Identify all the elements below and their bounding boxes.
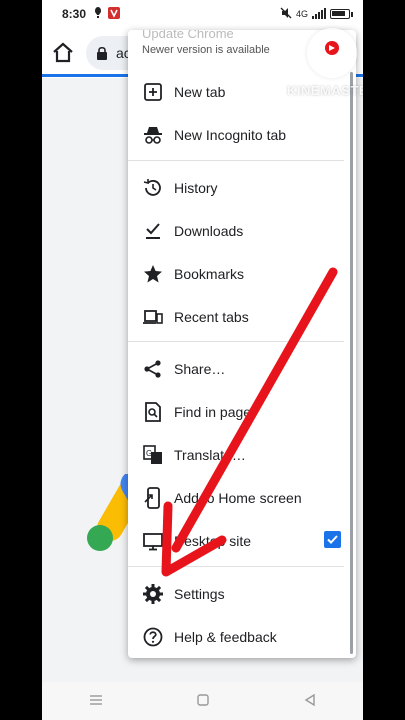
signal-text: 4G <box>295 9 308 19</box>
update-subtitle: Newer version is available <box>142 44 270 56</box>
lock-icon <box>96 46 108 65</box>
menu-item-settings[interactable]: Settings <box>128 572 356 615</box>
kinemaster-logo <box>307 28 357 78</box>
system-nav-bar <box>42 682 363 720</box>
menu-item-recent-tabs[interactable]: Recent tabs <box>128 295 356 338</box>
menu-item-find-in-page[interactable]: Find in page <box>128 390 356 433</box>
download-check-icon <box>142 220 164 242</box>
share-icon <box>142 358 164 380</box>
menu-item-label: Downloads <box>174 222 244 239</box>
menu-item-label: Translate… <box>174 446 246 463</box>
desktop-site-checkbox[interactable] <box>324 531 341 548</box>
notification-icon <box>94 6 102 22</box>
status-bar: 8:30 4G <box>42 0 363 28</box>
gear-icon <box>142 583 164 605</box>
home-nav-icon[interactable] <box>197 693 210 709</box>
menu-item-label: Add to Home screen <box>174 489 302 506</box>
menu-item-translate[interactable]: G Translate… <box>128 433 356 476</box>
menu-item-add-to-home-screen[interactable]: Add to Home screen <box>128 476 356 519</box>
find-in-page-icon <box>142 401 164 423</box>
menu-item-label: Recent tabs <box>174 308 249 325</box>
plus-box-icon <box>142 81 164 103</box>
menu-item-label: Find in page <box>174 403 252 420</box>
menu-item-history[interactable]: History <box>128 166 356 209</box>
devices-icon <box>142 306 164 328</box>
translate-icon: G <box>142 444 164 466</box>
menu-item-label: Desktop site <box>174 532 252 549</box>
menu-divider <box>128 160 344 161</box>
home-icon[interactable] <box>50 40 76 66</box>
status-time: 8:30 <box>62 7 87 21</box>
monitor-icon <box>142 530 164 552</box>
help-icon <box>142 626 164 648</box>
chrome-overflow-menu: Update Chrome Newer version is available… <box>128 30 356 658</box>
menu-item-label: History <box>174 179 218 196</box>
phone-screen: 8:30 4G ac Update Chrome Newer version i… <box>42 0 363 720</box>
menu-item-label: New tab <box>174 83 226 100</box>
menu-item-label: Help & feedback <box>174 628 277 645</box>
menu-item-help-feedback[interactable]: Help & feedback <box>128 615 356 658</box>
back-nav-icon[interactable] <box>304 693 316 709</box>
recent-apps-icon[interactable] <box>89 693 103 709</box>
add-to-home-icon <box>142 487 164 509</box>
menu-item-new-incognito-tab[interactable]: New Incognito tab <box>128 113 356 156</box>
menu-item-label: Share… <box>174 360 226 377</box>
menu-divider <box>128 341 344 342</box>
menu-item-bookmarks[interactable]: Bookmarks <box>128 252 356 295</box>
menu-item-desktop-site[interactable]: Desktop site <box>128 519 356 562</box>
status-right: 4G <box>280 7 353 21</box>
mute-icon <box>280 7 292 21</box>
battery-tip <box>351 11 353 17</box>
menu-divider <box>128 566 344 567</box>
star-icon <box>142 263 164 285</box>
menu-item-label: Bookmarks <box>174 265 245 282</box>
svg-text:G: G <box>146 449 152 458</box>
menu-item-label: Settings <box>174 585 225 602</box>
menu-scrollbar[interactable] <box>350 72 353 654</box>
update-title: Update Chrome <box>142 30 234 41</box>
menu-item-share[interactable]: Share… <box>128 347 356 390</box>
incognito-icon <box>142 124 164 146</box>
battery-icon <box>330 9 350 19</box>
history-icon <box>142 177 164 199</box>
signal-bars-icon <box>312 7 326 21</box>
menu-item-downloads[interactable]: Downloads <box>128 209 356 252</box>
menu-item-label: New Incognito tab <box>174 126 287 143</box>
kinemaster-watermark: KINEMASTER <box>287 83 363 98</box>
app-notification-icon <box>108 6 121 22</box>
